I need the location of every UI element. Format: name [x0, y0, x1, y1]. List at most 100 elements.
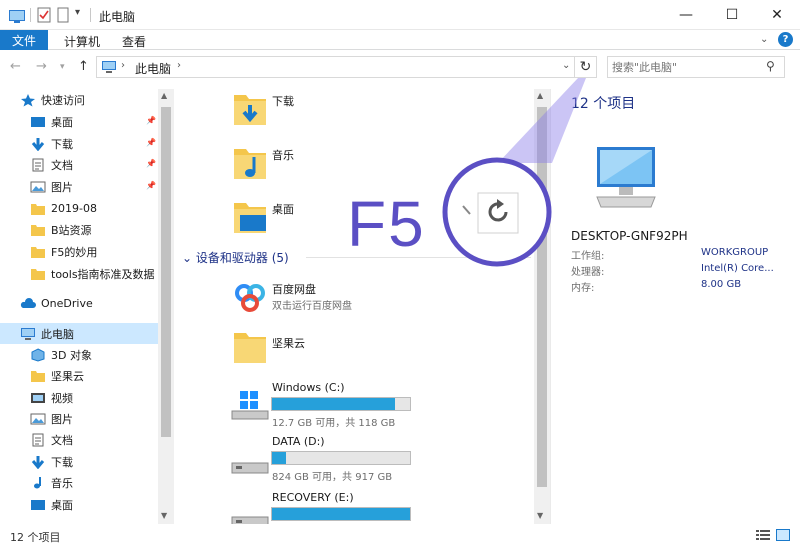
help-icon[interactable]: ? — [778, 32, 793, 47]
address-history-dropdown-icon[interactable]: ⌄ — [562, 60, 570, 71]
address-bar[interactable]: › 此电脑 › ⌄ — [96, 56, 575, 78]
sidebar-item[interactable]: 视频 — [0, 387, 158, 408]
drive-usage-fill — [272, 452, 286, 464]
sidebar-item[interactable]: 此电脑 — [0, 323, 158, 344]
navigation-pane: 快速访问 桌面 📌 下载 📌 文档 📌 图片 📌 2019-08 B站资源 F5的妙用 tools指南标… — [0, 89, 174, 524]
drive-label[interactable]: RECOVERY (E:) — [272, 491, 354, 504]
back-arrow-icon[interactable]: ← — [10, 59, 21, 74]
search-box[interactable]: ⚲ — [607, 56, 785, 78]
properties-icon[interactable] — [37, 7, 51, 23]
sidebar-item[interactable]: 桌面 — [0, 494, 158, 515]
folder-icon[interactable] — [230, 329, 270, 367]
breadcrumb-chevron-icon[interactable]: › — [177, 60, 181, 71]
devices-group-header[interactable]: ⌄ 设备和驱动器 (5) — [182, 249, 289, 266]
toolbar-separator — [30, 8, 31, 22]
breadcrumb-chevron-icon[interactable]: › — [121, 60, 125, 71]
breadcrumb[interactable]: 此电脑 — [135, 60, 171, 77]
pin-icon[interactable]: 📌 — [146, 181, 156, 190]
tab-computer[interactable]: 计算机 — [64, 33, 100, 50]
sidebar-item-label: 2019-08 — [51, 202, 97, 215]
minimize-button[interactable]: — — [663, 0, 709, 30]
drive-label[interactable]: DATA (D:) — [272, 435, 325, 448]
sidebar-item[interactable]: 文档 — [0, 429, 158, 450]
sidebar-item[interactable]: 桌面 📌 — [0, 111, 158, 132]
folder-label[interactable]: 音乐 — [272, 147, 294, 163]
scroll-thumb[interactable] — [161, 107, 171, 437]
scroll-up-icon[interactable]: ▲ — [537, 91, 543, 100]
baidu-netdisk-icon[interactable] — [230, 279, 270, 317]
refresh-button[interactable]: ↻ — [575, 56, 597, 78]
sidebar-item[interactable]: tools指南标准及数据 — [0, 263, 158, 284]
sidebar-item-label: 快速访问 — [41, 93, 85, 107]
scroll-down-icon[interactable]: ▼ — [161, 511, 167, 520]
up-arrow-icon[interactable]: ↑ — [78, 59, 89, 74]
recent-locations-icon[interactable]: ▾ — [60, 62, 65, 72]
download-icon — [30, 455, 46, 469]
folder-icon — [30, 223, 46, 237]
sidebar-item[interactable]: 图片 📌 — [0, 176, 158, 197]
drive-icon[interactable] — [230, 441, 270, 479]
sidebar-item-label: OneDrive — [41, 297, 93, 310]
address-row: ← → ▾ ↑ › 此电脑 › ⌄ ↻ ⚲ — [0, 51, 800, 83]
sidebar-item-label: 音乐 — [51, 476, 73, 490]
sidebar-item[interactable]: 下载 📌 — [0, 133, 158, 154]
sidebar-item-label: 下载 — [51, 455, 73, 469]
window-title: 此电脑 — [99, 10, 136, 24]
large-icons-view-icon[interactable] — [776, 529, 790, 541]
sidebar-item[interactable]: 下载 — [0, 451, 158, 472]
new-folder-icon[interactable] — [57, 7, 69, 23]
expand-ribbon-icon[interactable]: ⌄ — [760, 34, 768, 45]
maximize-button[interactable]: ☐ — [709, 0, 755, 30]
download-folder-icon[interactable] — [230, 91, 270, 129]
music-folder-icon[interactable] — [230, 145, 270, 183]
device-label[interactable]: 百度网盘 — [272, 281, 316, 297]
pin-icon[interactable]: 📌 — [146, 159, 156, 168]
sidebar-item[interactable]: F5的妙用 — [0, 241, 158, 262]
sidebar-item-label: 文档 — [51, 158, 73, 172]
sidebar-item[interactable]: B站资源 — [0, 219, 158, 240]
scroll-down-icon[interactable]: ▼ — [537, 511, 543, 520]
details-value: 8.00 GB — [701, 279, 742, 290]
sidebar-item[interactable]: 坚果云 — [0, 365, 158, 386]
desktop-icon — [30, 498, 46, 512]
windows-drive-icon[interactable] — [230, 385, 270, 423]
sidebar-item[interactable]: 图片 — [0, 408, 158, 429]
customize-toolbar-icon[interactable]: ▾ — [75, 7, 80, 18]
search-input[interactable] — [612, 59, 762, 75]
details-pane: 12 个项目 DESKTOP-GNF92PH 工作组: WORKGROUP 处理… — [550, 89, 800, 524]
status-item-count: 12 个项目 — [10, 531, 61, 544]
sidebar-item[interactable]: 3D 对象 — [0, 344, 158, 365]
search-icon[interactable]: ⚲ — [766, 59, 775, 73]
content-scrollbar[interactable]: ▲ ▼ — [534, 89, 550, 524]
folder-icon[interactable] — [8, 7, 26, 23]
folder-label[interactable]: 下载 — [272, 93, 294, 109]
folder-label[interactable]: 桌面 — [272, 201, 294, 217]
tab-view[interactable]: 查看 — [122, 33, 146, 50]
tab-file[interactable]: 文件 — [0, 30, 48, 50]
device-label[interactable]: 坚果云 — [272, 335, 305, 351]
sidebar-item-label: F5的妙用 — [51, 245, 98, 259]
sidebar-item[interactable]: 音乐 — [0, 472, 158, 493]
desktop-folder-icon[interactable] — [230, 199, 270, 237]
pin-icon[interactable]: 📌 — [146, 138, 156, 147]
sidebar-item[interactable]: OneDrive — [0, 293, 158, 314]
content-pane: 下载 音乐 桌面 ⌄ 设备和驱动器 (5) 百度网盘 双击运行百度网盘 坚果云 … — [174, 89, 534, 528]
drive-label[interactable]: Windows (C:) — [272, 381, 345, 394]
scroll-thumb[interactable] — [537, 107, 547, 487]
sidebar-item-label: 此电脑 — [41, 327, 74, 341]
forward-arrow-icon[interactable]: → — [36, 59, 47, 74]
nav-scrollbar[interactable]: ▲ ▼ — [158, 89, 174, 524]
sidebar-item-label: 下载 — [51, 137, 73, 151]
details-key: 内存: — [571, 283, 595, 294]
details-view-icon[interactable] — [756, 529, 770, 541]
close-button[interactable]: ✕ — [754, 0, 800, 30]
sidebar-item[interactable]: 2019-08 — [0, 198, 158, 219]
item-count-heading: 12 个项目 — [571, 96, 636, 112]
drive-usage-bar — [271, 397, 411, 411]
sidebar-item[interactable]: 文档 📌 — [0, 154, 158, 175]
scroll-up-icon[interactable]: ▲ — [161, 91, 167, 100]
sidebar-item[interactable]: 快速访问 — [0, 89, 158, 110]
desktop-icon — [30, 115, 46, 129]
device-subtext: 双击运行百度网盘 — [272, 301, 352, 312]
pin-icon[interactable]: 📌 — [146, 116, 156, 125]
